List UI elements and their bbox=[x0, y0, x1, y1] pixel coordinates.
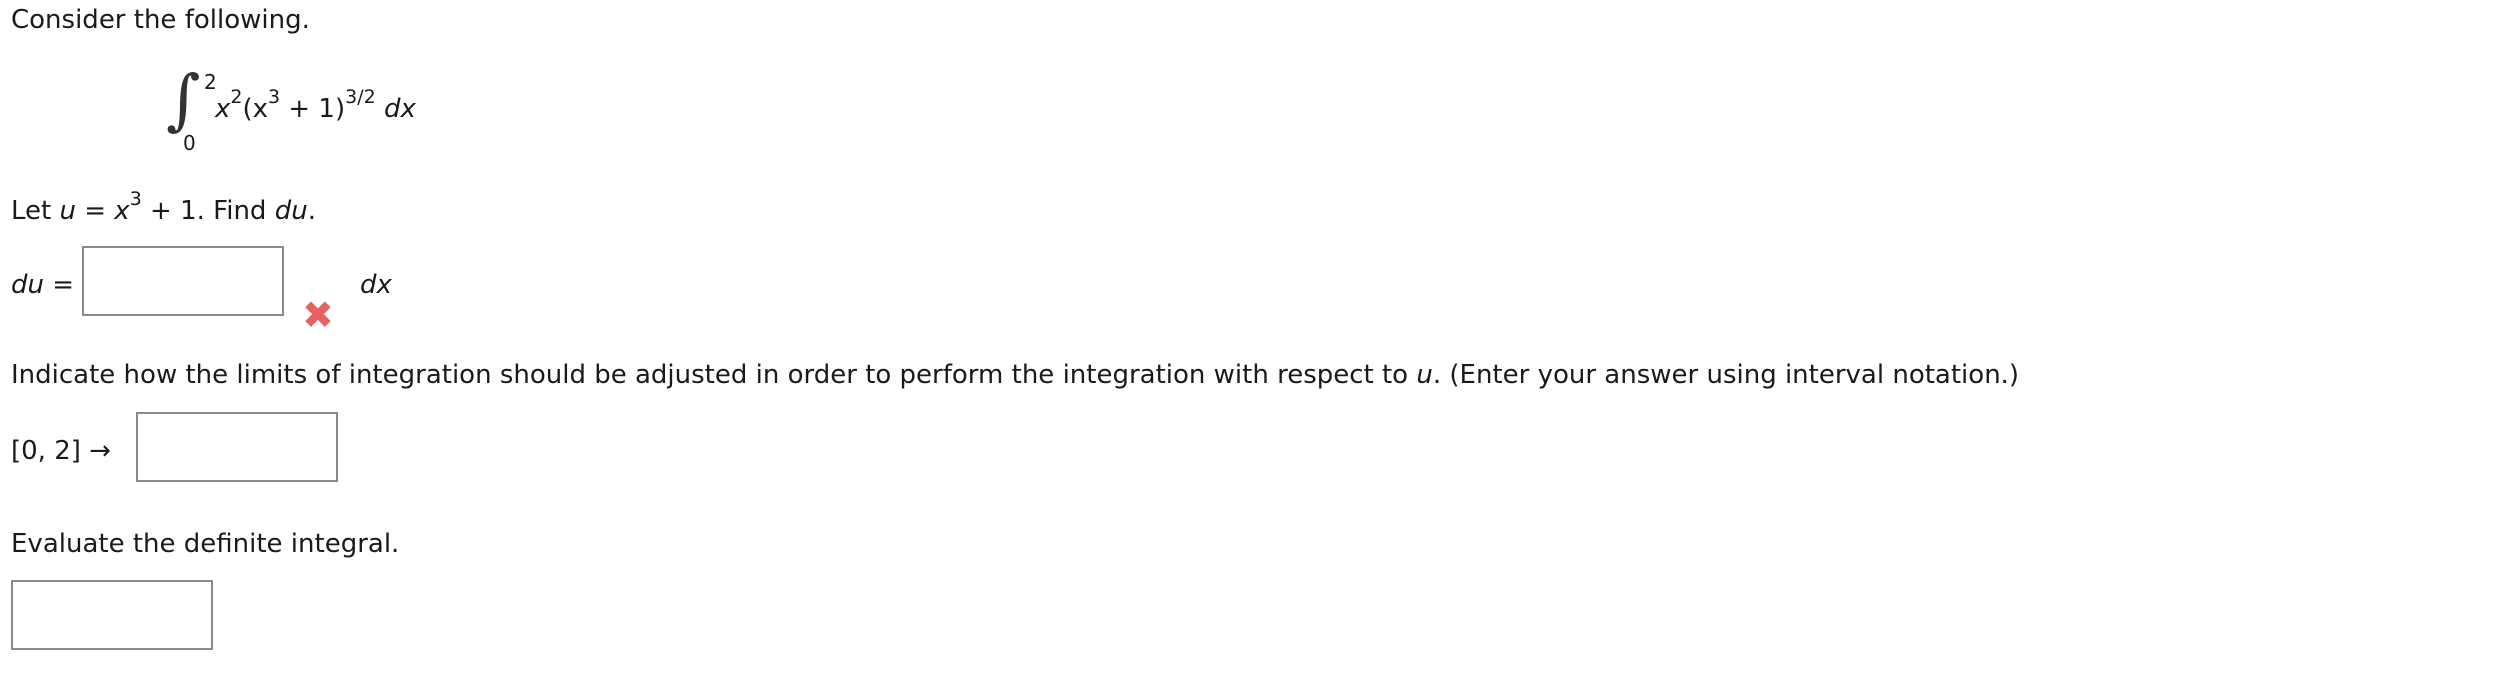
integrand: x2(x3 + 1)3/2 dx bbox=[215, 86, 416, 124]
integral-sign-icon: ∫ bbox=[166, 61, 201, 138]
integral-answer-input[interactable] bbox=[11, 580, 213, 650]
intro-text: Consider the following. bbox=[11, 5, 310, 35]
question-limits: Indicate how the limits of integration s… bbox=[11, 360, 2020, 390]
question-evaluate: Evaluate the definite integral. bbox=[11, 529, 400, 559]
integral-upper-limit: 2 bbox=[204, 70, 217, 94]
integral-lower-limit: 0 bbox=[183, 131, 196, 155]
arrow-right-icon: → bbox=[89, 436, 111, 466]
interval-label: [0, 2] → bbox=[11, 436, 111, 466]
du-answer-input[interactable] bbox=[82, 246, 284, 316]
du-suffix: dx bbox=[360, 270, 392, 300]
limits-answer-input[interactable] bbox=[136, 412, 338, 482]
question-substitution: Let u = x3 + 1. Find du. bbox=[11, 188, 316, 226]
incorrect-x-icon: ✖ bbox=[302, 293, 334, 337]
du-label: du = bbox=[11, 270, 75, 300]
